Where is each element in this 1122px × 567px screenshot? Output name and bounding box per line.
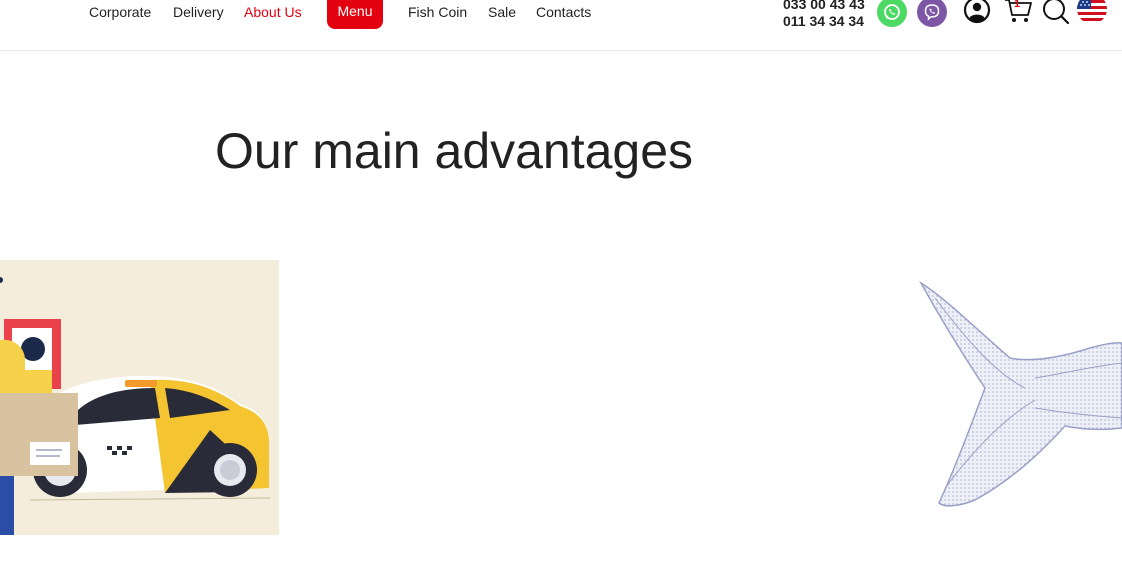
nav-item-contacts[interactable]: Contacts [536, 4, 591, 20]
nav-item-fish-coin[interactable]: Fish Coin [408, 4, 467, 20]
whatsapp-icon[interactable] [877, 0, 907, 27]
site-header: Corporate Delivery About Us Menu Fish Co… [0, 0, 1122, 51]
search-icon[interactable] [1041, 0, 1071, 27]
phone-number-1[interactable]: 033 00 43 43 [783, 0, 865, 13]
fish-tail-illustration [918, 280, 1122, 507]
viber-icon[interactable] [917, 0, 947, 27]
delivery-illustration [0, 260, 279, 535]
section-heading: Our main advantages [215, 123, 694, 179]
phone-number-2[interactable]: 011 34 34 34 [783, 13, 865, 30]
phone-numbers: 033 00 43 43 011 34 34 34 [783, 0, 865, 30]
menu-button[interactable]: Menu [327, 0, 383, 29]
nav-item-delivery[interactable]: Delivery [173, 4, 224, 20]
user-icon[interactable] [962, 0, 992, 27]
us-flag-icon[interactable] [1077, 0, 1107, 27]
cart-count-badge: 1 [1014, 0, 1021, 10]
nav-item-about-us[interactable]: About Us [244, 4, 302, 20]
nav-item-sale[interactable]: Sale [488, 4, 516, 20]
nav-item-corporate[interactable]: Corporate [89, 4, 151, 20]
menu-button-label: Menu [337, 3, 373, 19]
